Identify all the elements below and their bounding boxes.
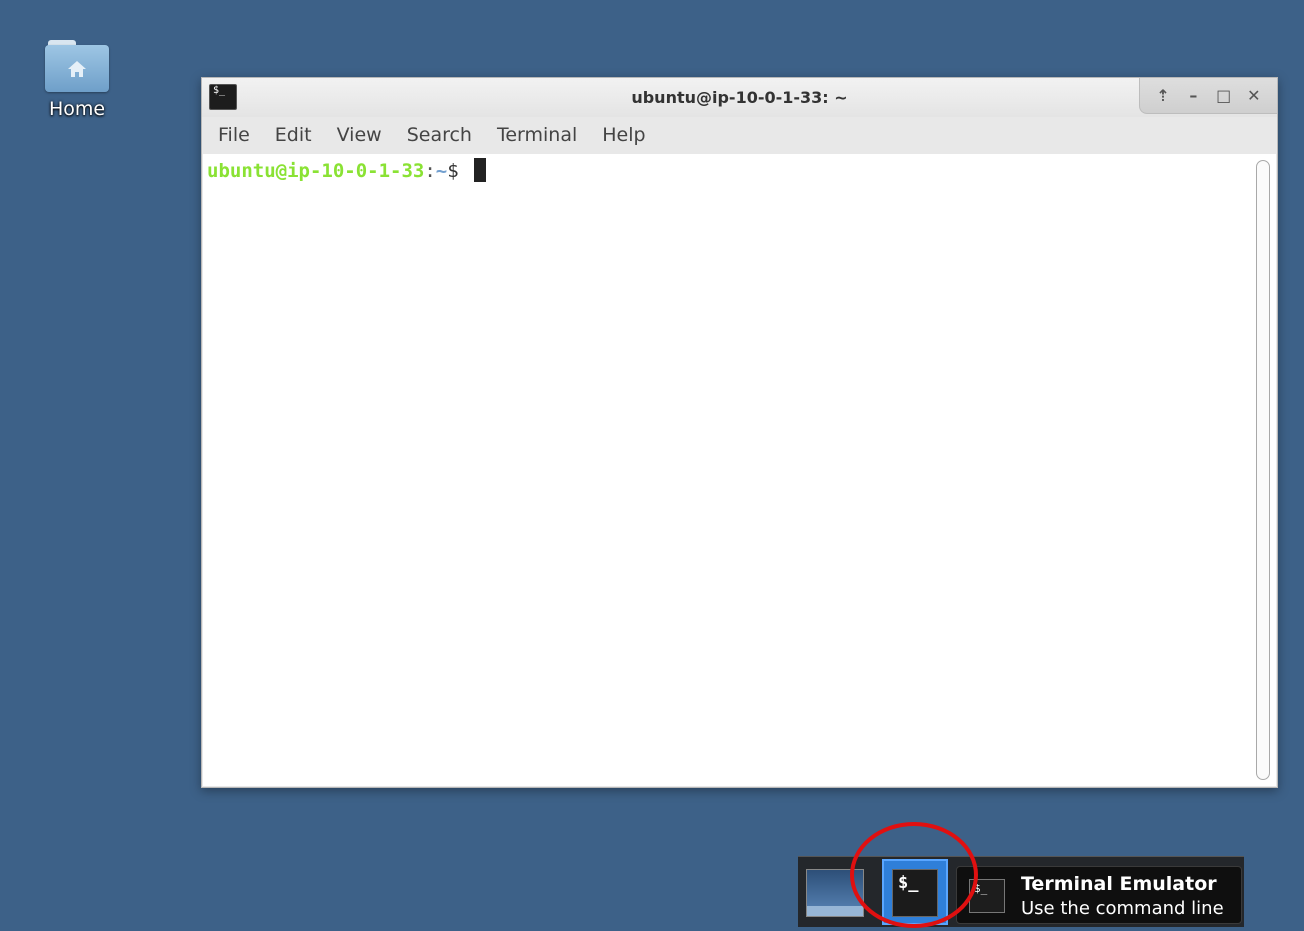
menu-terminal[interactable]: Terminal [487, 124, 587, 146]
text-cursor [474, 158, 487, 182]
tooltip-title: Terminal Emulator [1021, 873, 1217, 895]
menu-bar: File Edit View Search Terminal Help [202, 117, 1277, 153]
prompt-line: ubuntu@ip-10-0-1-33:~$ [207, 158, 487, 182]
house-icon [68, 61, 86, 77]
menu-file[interactable]: File [208, 124, 260, 146]
desktop-home-label: Home [48, 98, 106, 120]
window-titlebar[interactable]: $_ ubuntu@ip-10-0-1-33: ~ ⇡ – □ ✕ [202, 78, 1277, 117]
annotation-highlight-circle [850, 822, 978, 928]
menu-help[interactable]: Help [592, 124, 655, 146]
launcher-tooltip: $_ Terminal Emulator Use the command lin… [956, 866, 1242, 924]
maximize-icon[interactable]: □ [1213, 85, 1235, 107]
desktop-home-icon[interactable]: Home [30, 36, 124, 136]
vertical-scrollbar[interactable] [1256, 160, 1270, 780]
prompt-user: ubuntu@ip-10-0-1-33 [207, 160, 425, 182]
prompt-colon: : [424, 160, 436, 182]
terminal-window: $_ ubuntu@ip-10-0-1-33: ~ ⇡ – □ ✕ File E… [201, 77, 1278, 788]
menu-view[interactable]: View [327, 124, 392, 146]
window-controls: ⇡ – □ ✕ [1139, 78, 1277, 114]
menu-search[interactable]: Search [397, 124, 482, 146]
window-title: ubuntu@ip-10-0-1-33: ~ [631, 88, 848, 107]
prompt-symbol: $ [447, 160, 471, 182]
close-icon[interactable]: ✕ [1243, 85, 1265, 107]
tooltip-subtitle: Use the command line [1021, 898, 1224, 919]
minimize-icon[interactable]: – [1182, 85, 1204, 107]
shade-up-icon[interactable]: ⇡ [1152, 85, 1174, 107]
home-folder-icon [45, 40, 109, 92]
terminal-area[interactable]: ubuntu@ip-10-0-1-33:~$ [203, 154, 1276, 786]
menu-edit[interactable]: Edit [265, 124, 322, 146]
prompt-path: ~ [435, 160, 448, 182]
